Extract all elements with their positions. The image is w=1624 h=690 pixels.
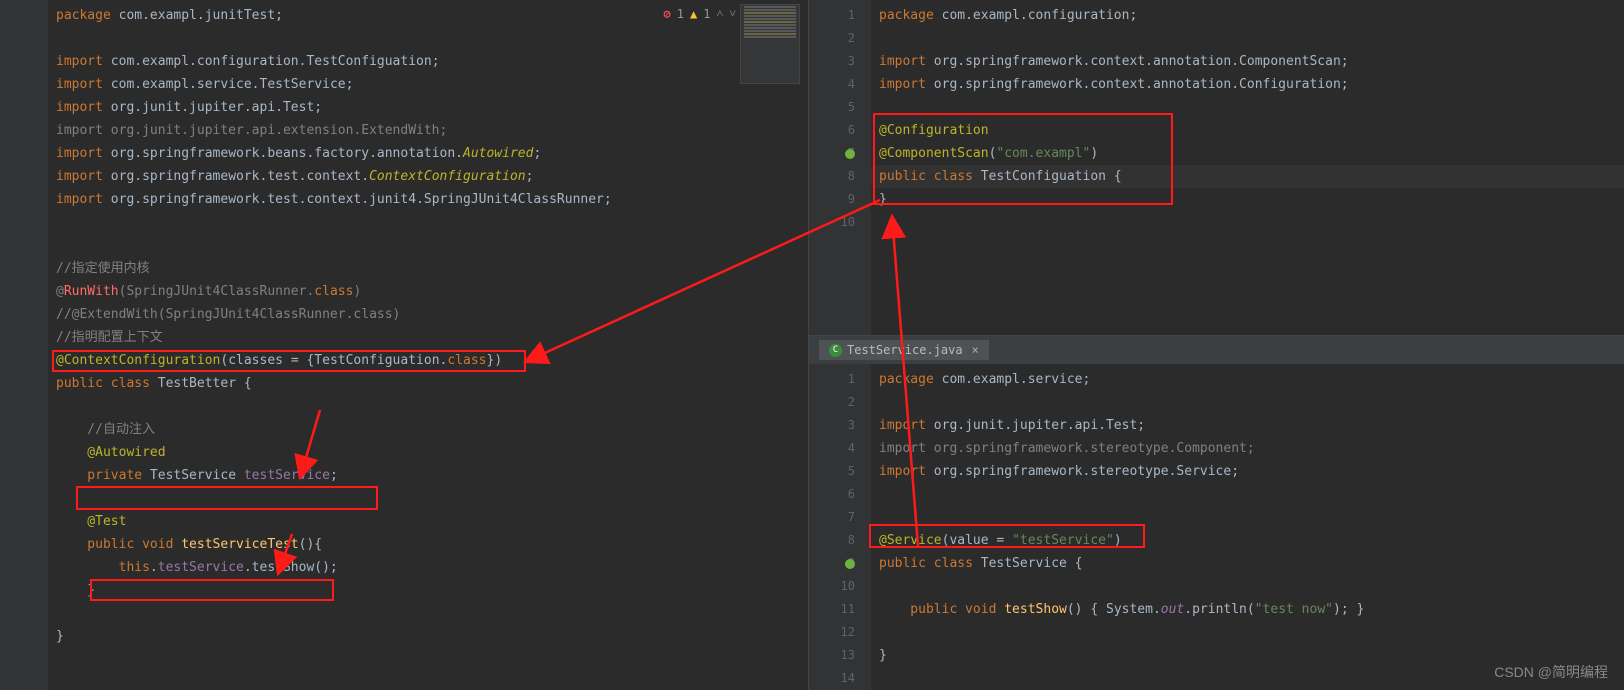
left-code-area[interactable]: ⊘1 ▲1 ˄ ˅ package com.exampl.junitTest; … <box>48 0 808 690</box>
chevron-up-icon[interactable]: ˄ <box>716 6 723 21</box>
close-icon[interactable]: × <box>972 343 979 357</box>
bean-gutter-icon[interactable] <box>843 146 857 160</box>
code-line[interactable]: public class TestBetter { <box>48 372 808 395</box>
code-line[interactable]: import org.springframework.test.context.… <box>48 165 808 188</box>
code-line[interactable]: @Autowired <box>48 441 808 464</box>
gutter: 123456 7 8910 <box>809 0 871 335</box>
error-count: 1 <box>677 7 684 21</box>
warning-icon: ▲ <box>690 7 697 21</box>
code-line[interactable]: @RunWith(SpringJUnit4ClassRunner.class) <box>48 280 808 303</box>
code-line[interactable]: //指定使用内核 <box>48 257 808 280</box>
bean-gutter-icon[interactable] <box>843 556 857 570</box>
code-line[interactable]: } <box>48 625 808 648</box>
chevron-down-icon[interactable]: ˅ <box>729 6 736 21</box>
code-line[interactable]: import com.exampl.service.TestService; <box>48 73 808 96</box>
code-line[interactable]: import org.junit.jupiter.api.Test; <box>48 96 808 119</box>
left-gutter <box>0 0 48 690</box>
tab-label: TestService.java <box>847 343 963 357</box>
code-line[interactable]: import org.springframework.context.annot… <box>871 73 1624 96</box>
code-line[interactable] <box>48 487 808 510</box>
code-line[interactable]: @ComponentScan("com.exampl") <box>871 142 1624 165</box>
code-line[interactable]: @ContextConfiguration(classes = {TestCon… <box>48 349 808 372</box>
code-line[interactable]: //自动注入 <box>48 418 808 441</box>
code-line[interactable]: } <box>48 579 808 602</box>
error-icon: ⊘ <box>664 7 671 21</box>
code-line[interactable]: } <box>871 188 1624 211</box>
file-tab-testservice[interactable]: C TestService.java × <box>819 340 989 360</box>
minimap[interactable] <box>740 4 800 84</box>
code-line[interactable]: @Service(value = "testService") <box>871 529 1624 552</box>
code-line[interactable]: import org.junit.jupiter.api.extension.E… <box>48 119 808 142</box>
code-line[interactable]: import org.springframework.stereotype.Co… <box>871 437 1624 460</box>
code-line[interactable]: @Test <box>48 510 808 533</box>
inspections-widget[interactable]: ⊘ 1 ▲ 1 ˄ ˅ <box>664 6 737 21</box>
code-line[interactable]: import org.springframework.beans.factory… <box>48 142 808 165</box>
code-line[interactable] <box>871 506 1624 529</box>
code-line[interactable] <box>48 234 808 257</box>
code-line[interactable]: import org.springframework.context.annot… <box>871 50 1624 73</box>
code-line[interactable]: public void testServiceTest(){ <box>48 533 808 556</box>
code-line[interactable] <box>48 27 808 50</box>
code-line[interactable]: public class TestService { <box>871 552 1624 575</box>
tab-bar: C TestService.java × <box>809 336 1624 364</box>
code-line[interactable] <box>48 211 808 234</box>
code-line[interactable] <box>48 395 808 418</box>
code-line[interactable]: import org.springframework.test.context.… <box>48 188 808 211</box>
code-line[interactable]: package com.exampl.configuration; <box>871 4 1624 27</box>
right-bottom-editor: C TestService.java × 12345678 9 10111213… <box>809 336 1624 690</box>
right-top-code[interactable]: package com.exampl.configuration; import… <box>871 0 1624 335</box>
code-line[interactable]: private TestService testService; <box>48 464 808 487</box>
left-editor-pane: ⊘1 ▲1 ˄ ˅ package com.exampl.junitTest; … <box>0 0 808 690</box>
code-line[interactable]: public void testShow() { System.out.prin… <box>871 598 1624 621</box>
code-line[interactable] <box>871 621 1624 644</box>
warning-count: 1 <box>703 7 710 21</box>
right-top-editor: 123456 7 8910 package com.exampl.configu… <box>809 0 1624 336</box>
code-line[interactable]: this.testService.testShow(); <box>48 556 808 579</box>
code-line[interactable]: @Configuration <box>871 119 1624 142</box>
code-line[interactable]: //指明配置上下文 <box>48 326 808 349</box>
code-line[interactable] <box>48 602 808 625</box>
code-line[interactable] <box>871 391 1624 414</box>
code-line[interactable] <box>871 27 1624 50</box>
code-line[interactable]: //@ExtendWith(SpringJUnit4ClassRunner.cl… <box>48 303 808 326</box>
code-line[interactable] <box>871 483 1624 506</box>
code-line[interactable]: import com.exampl.configuration.TestConf… <box>48 50 808 73</box>
watermark: CSDN @简明编程 <box>1494 662 1608 682</box>
gutter: 12345678 9 1011121314 <box>809 364 871 690</box>
code-line[interactable]: public class TestConfiguation { <box>871 165 1624 188</box>
code-line[interactable] <box>871 96 1624 119</box>
class-icon: C <box>829 344 842 357</box>
code-line[interactable]: package com.exampl.service; <box>871 368 1624 391</box>
code-line[interactable] <box>871 575 1624 598</box>
code-line[interactable]: import org.springframework.stereotype.Se… <box>871 460 1624 483</box>
right-pane: 123456 7 8910 package com.exampl.configu… <box>808 0 1624 690</box>
code-line[interactable]: import org.junit.jupiter.api.Test; <box>871 414 1624 437</box>
right-bottom-code[interactable]: package com.exampl.service; import org.j… <box>871 364 1624 690</box>
